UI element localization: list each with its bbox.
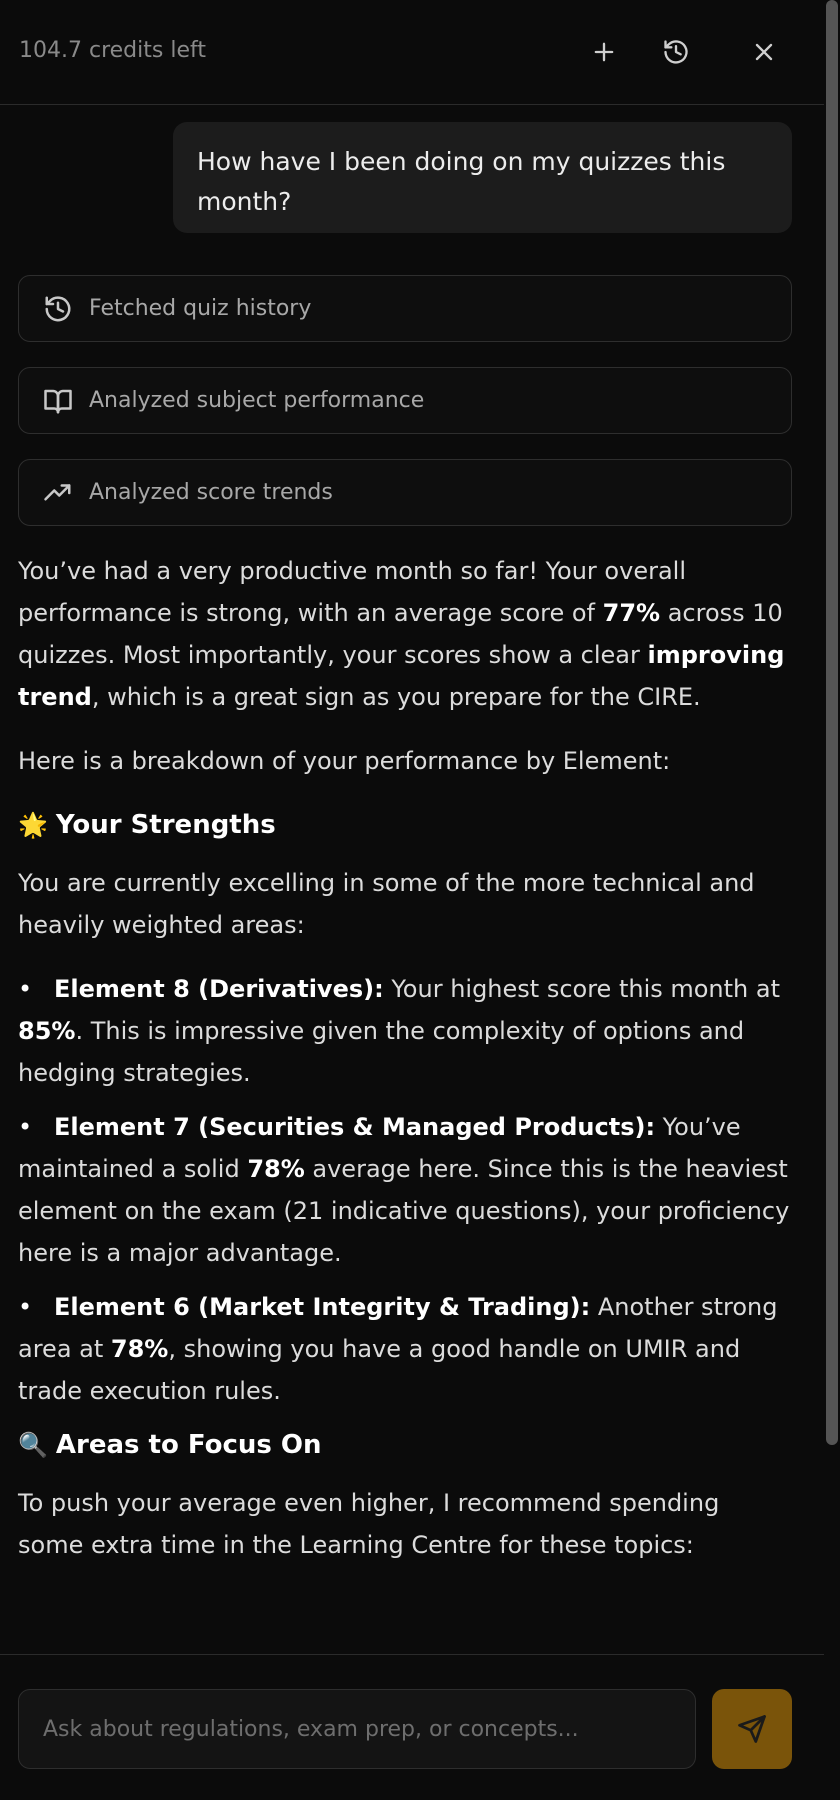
section-heading-strengths: 🌟 Your Strengths: [18, 804, 792, 846]
chat-messages[interactable]: How have I been doing on my quizzes this…: [0, 106, 824, 1654]
list-item: • Element 6 (Market Integrity & Trading):…: [18, 1293, 778, 1405]
user-message: How have I been doing on my quizzes this…: [173, 122, 792, 233]
tool-card-quiz-history[interactable]: Fetched quiz history: [18, 275, 792, 342]
list-item: • Element 8 (Derivatives): Your highest s…: [18, 975, 781, 1087]
credits-remaining: 104.7 credits left: [19, 38, 206, 63]
tool-card-label: Fetched quiz history: [89, 296, 312, 321]
chat-input[interactable]: [18, 1689, 696, 1769]
close-icon: [755, 43, 773, 61]
response-paragraph: You are currently excelling in some of t…: [18, 869, 755, 939]
tool-card-label: Analyzed score trends: [89, 480, 333, 505]
response-paragraph: Here is a breakdown of your performance …: [18, 747, 671, 775]
response-paragraph: To push your average even higher, I reco…: [18, 1489, 720, 1559]
close-button[interactable]: [744, 32, 784, 72]
tool-card-score-trends[interactable]: Analyzed score trends: [18, 459, 792, 526]
scrollbar[interactable]: [824, 0, 840, 1800]
list-item: • Element 7 (Securities & Managed Product…: [18, 1113, 790, 1267]
book-open-icon: [44, 389, 72, 413]
assistant-response: You’ve had a very productive month so fa…: [18, 550, 792, 1588]
tool-card-label: Analyzed subject performance: [89, 388, 425, 413]
tool-card-subject-performance[interactable]: Analyzed subject performance: [18, 367, 792, 434]
history-icon: [45, 295, 71, 321]
plus-icon: [594, 42, 614, 62]
scrollbar-thumb[interactable]: [826, 0, 838, 1445]
section-heading-focus: 🔍 Areas to Focus On: [18, 1424, 792, 1466]
chat-header: 104.7 credits left: [0, 0, 824, 105]
send-button[interactable]: [712, 1689, 792, 1769]
magnifier-icon: 🔍: [18, 1431, 48, 1459]
star-icon: 🌟: [18, 811, 48, 839]
send-icon: [738, 1715, 766, 1743]
history-button[interactable]: [656, 32, 696, 72]
new-chat-button[interactable]: [584, 32, 624, 72]
response-paragraph: You’ve had a very productive month so fa…: [18, 557, 785, 711]
trending-up-icon: [44, 483, 71, 500]
history-icon: [664, 40, 688, 64]
chat-composer: [0, 1654, 824, 1800]
